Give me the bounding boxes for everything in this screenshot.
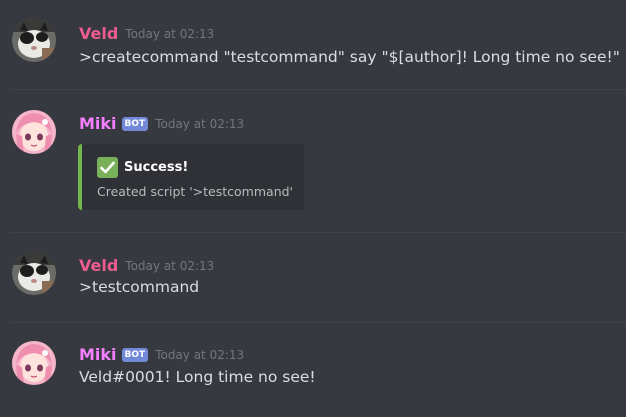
message-divider <box>10 89 626 90</box>
message-content: Veld#0001! Long time no see! <box>79 368 316 386</box>
bot-tag: BOT <box>121 116 149 131</box>
timestamp: Today at 02:13 <box>155 116 245 131</box>
embed-title-text: Success! <box>124 160 189 175</box>
username[interactable]: Miki <box>79 114 117 133</box>
timestamp: Today at 02:13 <box>125 26 215 41</box>
username[interactable]: Miki <box>79 345 117 364</box>
message-content: >createcommand "testcommand" say "$[auth… <box>79 48 620 66</box>
username[interactable]: Veld <box>79 24 118 43</box>
veld-avatar[interactable] <box>12 18 56 62</box>
bot-tag: BOT <box>121 347 149 362</box>
white-check-mark-icon <box>97 157 118 178</box>
timestamp: Today at 02:13 <box>155 347 245 362</box>
message-content: >testcommand <box>79 278 200 296</box>
success-embed: Success! Created script '>testcommand' <box>78 144 304 210</box>
miki-avatar[interactable] <box>12 110 56 154</box>
username[interactable]: Veld <box>79 256 118 275</box>
miki-avatar[interactable] <box>12 341 56 385</box>
message-divider <box>10 322 626 323</box>
timestamp: Today at 02:13 <box>125 258 215 273</box>
message-divider <box>10 232 626 233</box>
veld-avatar[interactable] <box>12 251 56 295</box>
embed-title: Success! <box>97 157 188 178</box>
embed-description: Created script '>testcommand' <box>97 184 293 199</box>
